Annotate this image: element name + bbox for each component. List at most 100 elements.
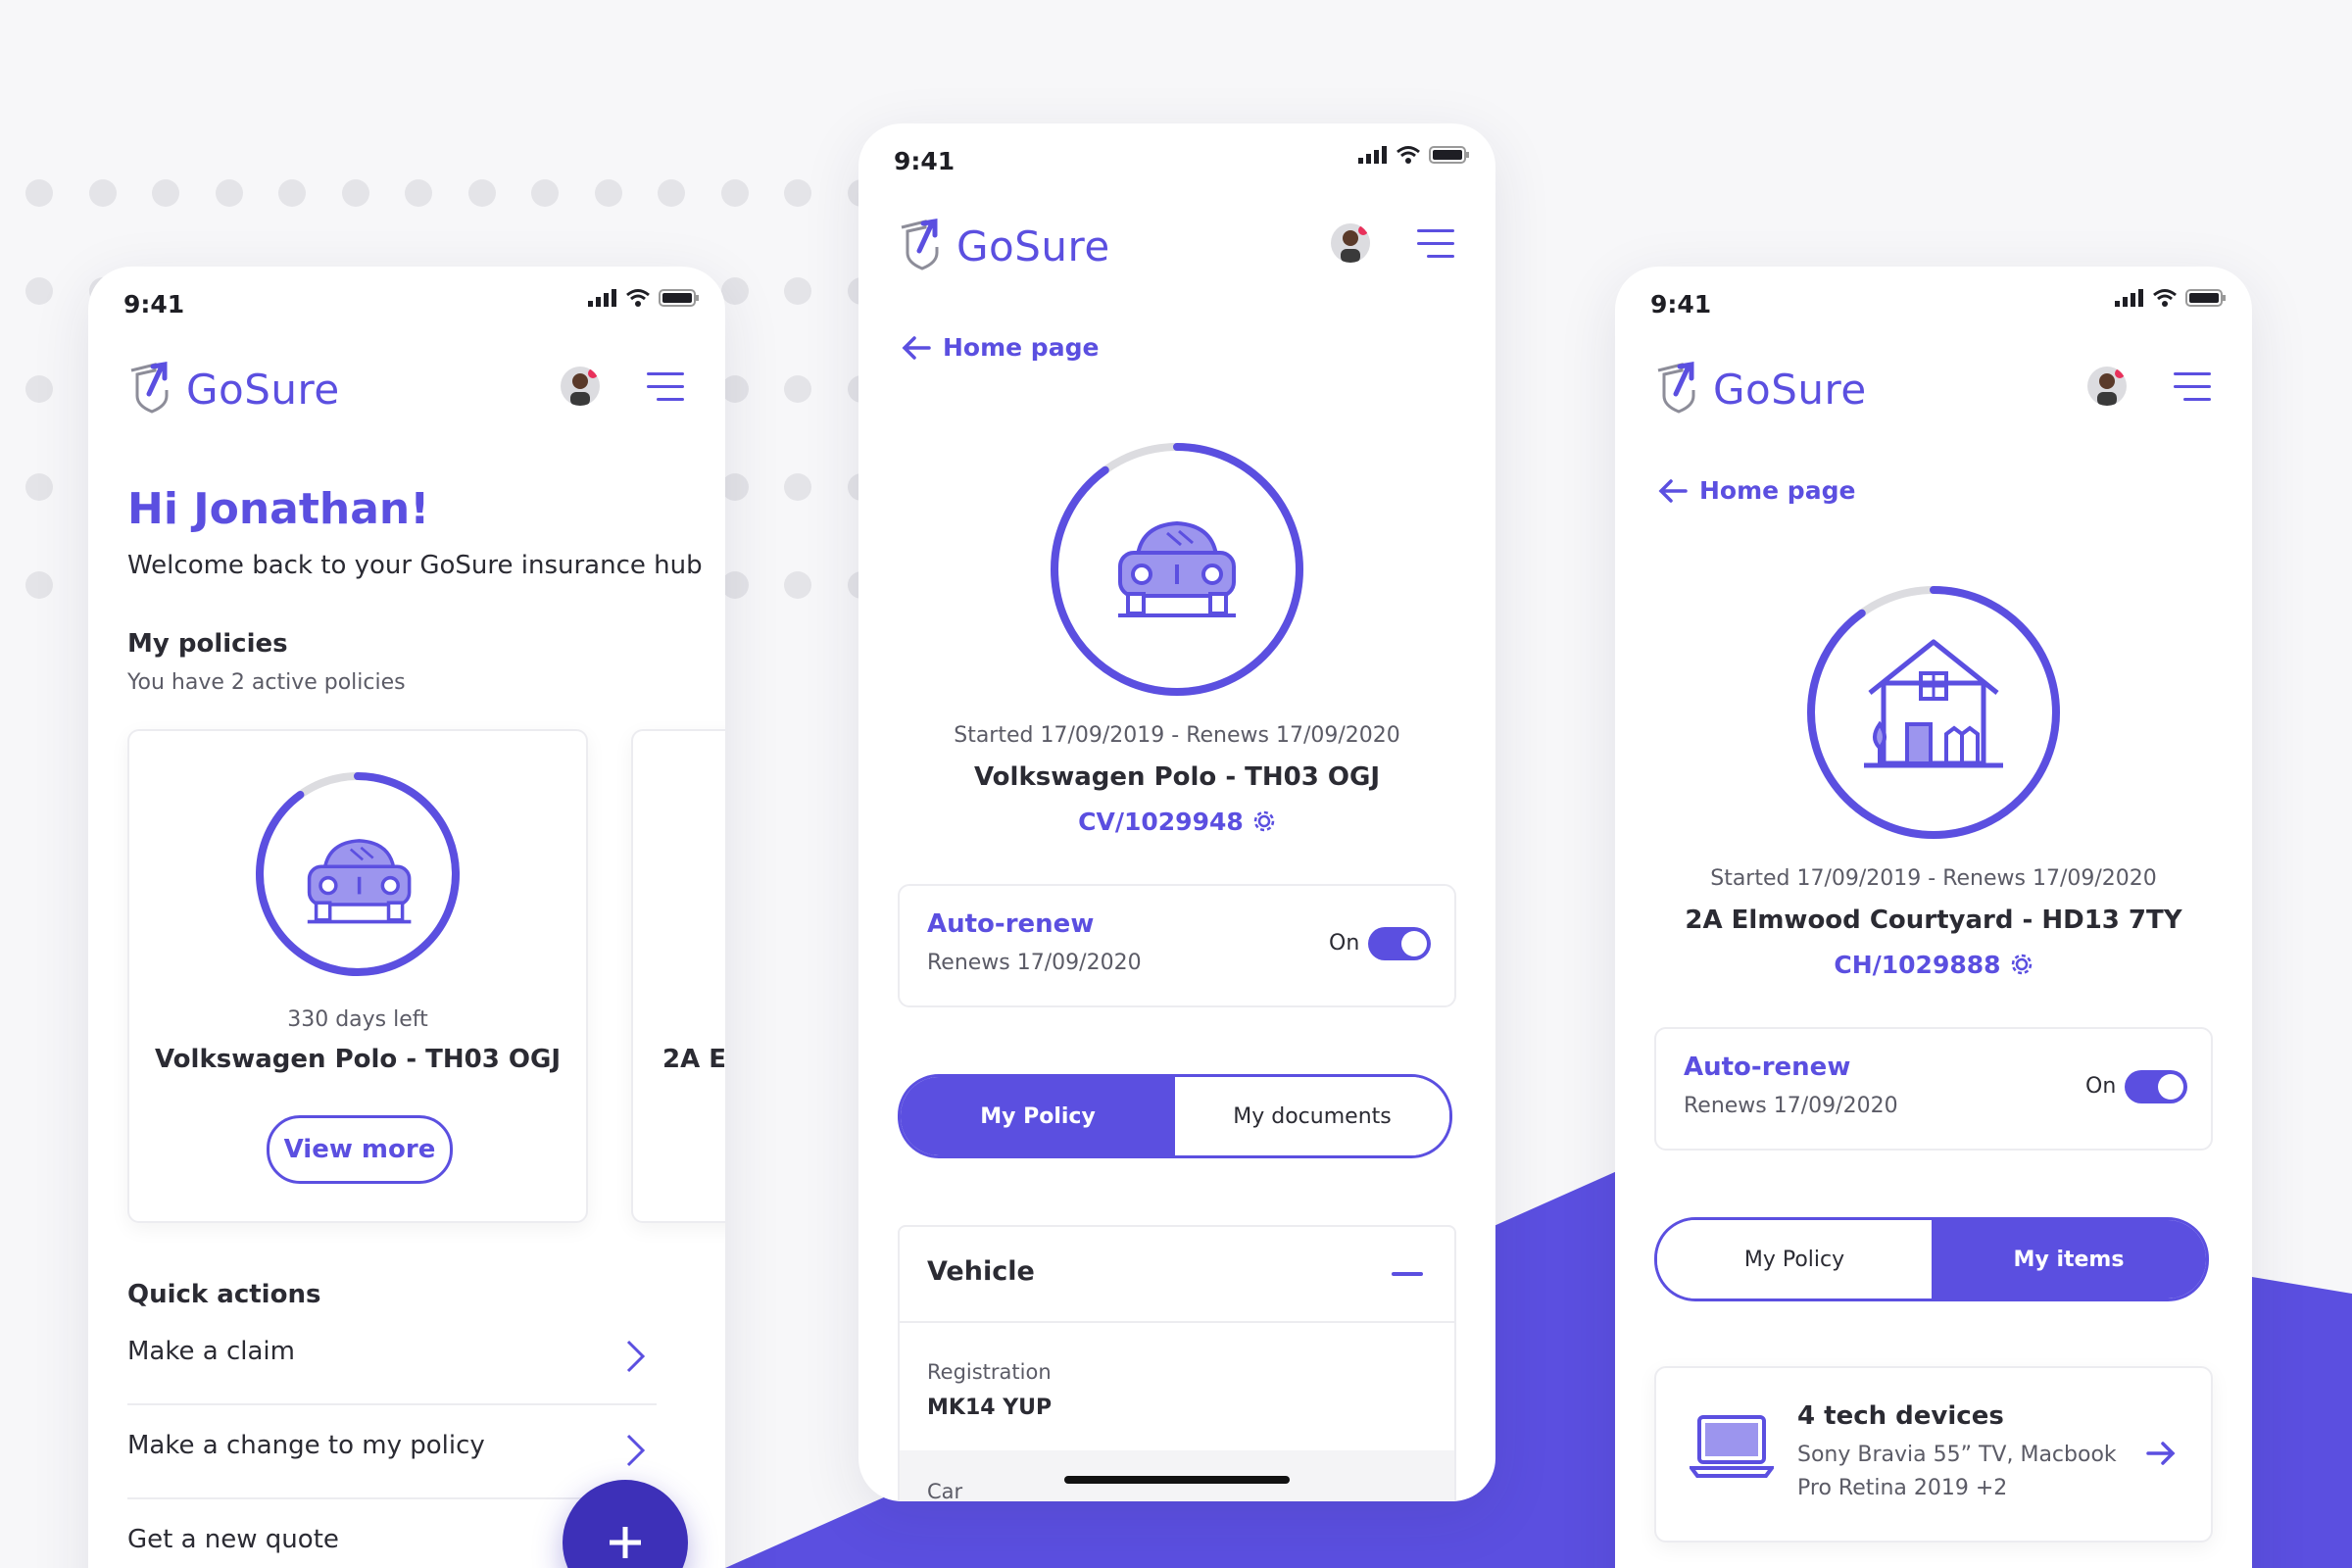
grid-dot xyxy=(720,179,749,207)
policy-number: CH/1029888 xyxy=(1834,951,2001,979)
days-left: 330 days left xyxy=(287,1007,428,1032)
wifi-icon xyxy=(1396,146,1420,164)
phone-car-policy: 9:41 GoSure Home page Started 17/09/2019… xyxy=(858,123,1495,1501)
quick-actions-title: Quick actions xyxy=(127,1280,321,1309)
user-avatar[interactable] xyxy=(561,367,600,406)
grid-dot xyxy=(341,179,369,207)
laptop-icon xyxy=(1690,1415,1774,1478)
field-value: MK14 YUP xyxy=(927,1396,1053,1420)
status-icons xyxy=(2115,288,2227,308)
auto-renew-card: Auto-renew Renews 17/09/2020 On xyxy=(898,884,1456,1007)
user-avatar[interactable] xyxy=(1331,223,1370,263)
policy-number: CV/1029948 xyxy=(1078,808,1244,836)
policy-dates: Started 17/09/2019 - Renews 17/09/2020 xyxy=(1710,866,2157,891)
brand-logo[interactable]: GoSure xyxy=(898,218,1110,274)
status-bar: 9:41 xyxy=(88,267,725,335)
grid-dot xyxy=(405,179,432,207)
status-time: 9:41 xyxy=(123,290,185,318)
vehicle-header[interactable]: Vehicle xyxy=(900,1227,1454,1323)
policy-dates: Started 17/09/2019 - Renews 17/09/2020 xyxy=(954,723,1400,748)
battery-icon xyxy=(659,289,699,307)
quick-action-claim[interactable]: Make a claim xyxy=(127,1309,657,1405)
back-label: Home page xyxy=(943,333,1100,362)
status-icons xyxy=(588,288,700,308)
back-link[interactable]: Home page xyxy=(902,333,1099,362)
car-icon xyxy=(1118,520,1236,617)
view-more-button[interactable]: View more xyxy=(267,1115,453,1184)
auto-renew-card: Auto-renew Renews 17/09/2020 On xyxy=(1654,1027,2213,1151)
gear-icon[interactable] xyxy=(2010,953,2034,976)
add-button[interactable] xyxy=(563,1480,688,1568)
grid-dot xyxy=(25,473,53,501)
items-card[interactable]: 4 tech devices Sony Bravia 55” TV, Macbo… xyxy=(1654,1366,2213,1543)
tab-my-items[interactable]: My items xyxy=(1932,1220,2206,1298)
menu-icon[interactable] xyxy=(2174,372,2211,402)
tab-my-policy[interactable]: My Policy xyxy=(1657,1220,1932,1298)
back-label: Home page xyxy=(1699,476,1856,505)
phone-home: 9:41 GoSure Hi Jonathan! Welcome back to… xyxy=(88,267,725,1568)
grid-dot xyxy=(25,179,53,207)
menu-icon[interactable] xyxy=(1417,229,1454,259)
notification-dot xyxy=(2115,368,2125,378)
chevron-right-icon xyxy=(626,1434,646,1467)
progress-ring xyxy=(1045,437,1309,706)
auto-renew-subtitle: Renews 17/09/2020 xyxy=(1684,1094,1898,1118)
policy-number-row: CH/1029888 xyxy=(1615,951,2252,979)
arrow-left-icon xyxy=(902,335,931,360)
menu-icon[interactable] xyxy=(647,372,684,402)
stage: 9:41 GoSure Hi Jonathan! Welcome back to… xyxy=(0,0,2352,1568)
auto-renew-toggle[interactable] xyxy=(2125,1070,2187,1103)
ring-svg xyxy=(1807,586,2060,839)
brand-name: GoSure xyxy=(956,221,1110,270)
quick-action-label: Make a change to my policy xyxy=(127,1431,485,1460)
progress-ring xyxy=(1801,580,2066,849)
plus-icon xyxy=(610,1527,641,1558)
policy-card-car[interactable]: 330 days left Volkswagen Polo - TH03 OGJ… xyxy=(127,729,588,1223)
policy-card-home[interactable]: 2A El xyxy=(631,729,725,1223)
brand-name: GoSure xyxy=(186,365,340,414)
user-avatar[interactable] xyxy=(2087,367,2127,406)
grid-dot xyxy=(784,277,811,305)
back-link[interactable]: Home page xyxy=(1658,476,1855,505)
brand-name: GoSure xyxy=(1713,365,1867,414)
auto-renew-subtitle: Renews 17/09/2020 xyxy=(927,951,1142,975)
grid-dot xyxy=(215,179,243,207)
auto-renew-title: Auto-renew xyxy=(1684,1053,1851,1082)
gear-icon[interactable] xyxy=(1252,809,1276,833)
wifi-icon xyxy=(626,289,650,307)
arrow-right-icon[interactable] xyxy=(2146,1441,2176,1466)
vehicle-section: Vehicle Registration MK14 YUP Car xyxy=(898,1225,1456,1501)
grid-dot xyxy=(467,179,496,207)
grid-dot xyxy=(88,179,117,207)
greeting: Hi Jonathan! xyxy=(127,484,430,534)
grid-dot xyxy=(152,179,179,207)
shield-logo-icon xyxy=(901,219,939,270)
signal-icon xyxy=(2115,289,2143,307)
progress-ring xyxy=(250,766,466,986)
wifi-icon xyxy=(2153,289,2177,307)
grid-dot xyxy=(658,179,685,207)
brand-logo[interactable]: GoSure xyxy=(127,361,340,417)
collapse-icon[interactable] xyxy=(1392,1272,1423,1276)
policy-title: Volkswagen Polo - TH03 OGJ xyxy=(973,762,1381,792)
auto-renew-title: Auto-renew xyxy=(927,909,1095,939)
item-title: 4 tech devices xyxy=(1797,1401,2004,1431)
auto-renew-toggle[interactable] xyxy=(1368,927,1431,960)
grid-dot xyxy=(278,179,306,207)
grid-dot xyxy=(25,375,53,403)
status-time: 9:41 xyxy=(894,147,956,175)
tab-my-policy[interactable]: My Policy xyxy=(901,1077,1175,1155)
grid-dot xyxy=(531,179,559,207)
status-bar: 9:41 xyxy=(1615,267,2252,335)
arrow-left-icon xyxy=(1658,478,1688,503)
notification-dot xyxy=(588,368,598,378)
grid-dot xyxy=(25,277,53,305)
tab-my-documents[interactable]: My documents xyxy=(1175,1077,1449,1155)
welcome-text: Welcome back to your GoSure insurance hu… xyxy=(127,551,703,580)
brand-logo[interactable]: GoSure xyxy=(1654,361,1867,417)
policy-title-partial: 2A El xyxy=(662,1045,725,1074)
item-subtitle-line1: Sony Bravia 55” TV, Macbook xyxy=(1797,1443,2117,1467)
policy-title: 2A Elmwood Courtyard - HD13 7TY xyxy=(1685,906,2182,935)
ring-svg xyxy=(1051,443,1303,696)
signal-icon xyxy=(588,289,616,307)
